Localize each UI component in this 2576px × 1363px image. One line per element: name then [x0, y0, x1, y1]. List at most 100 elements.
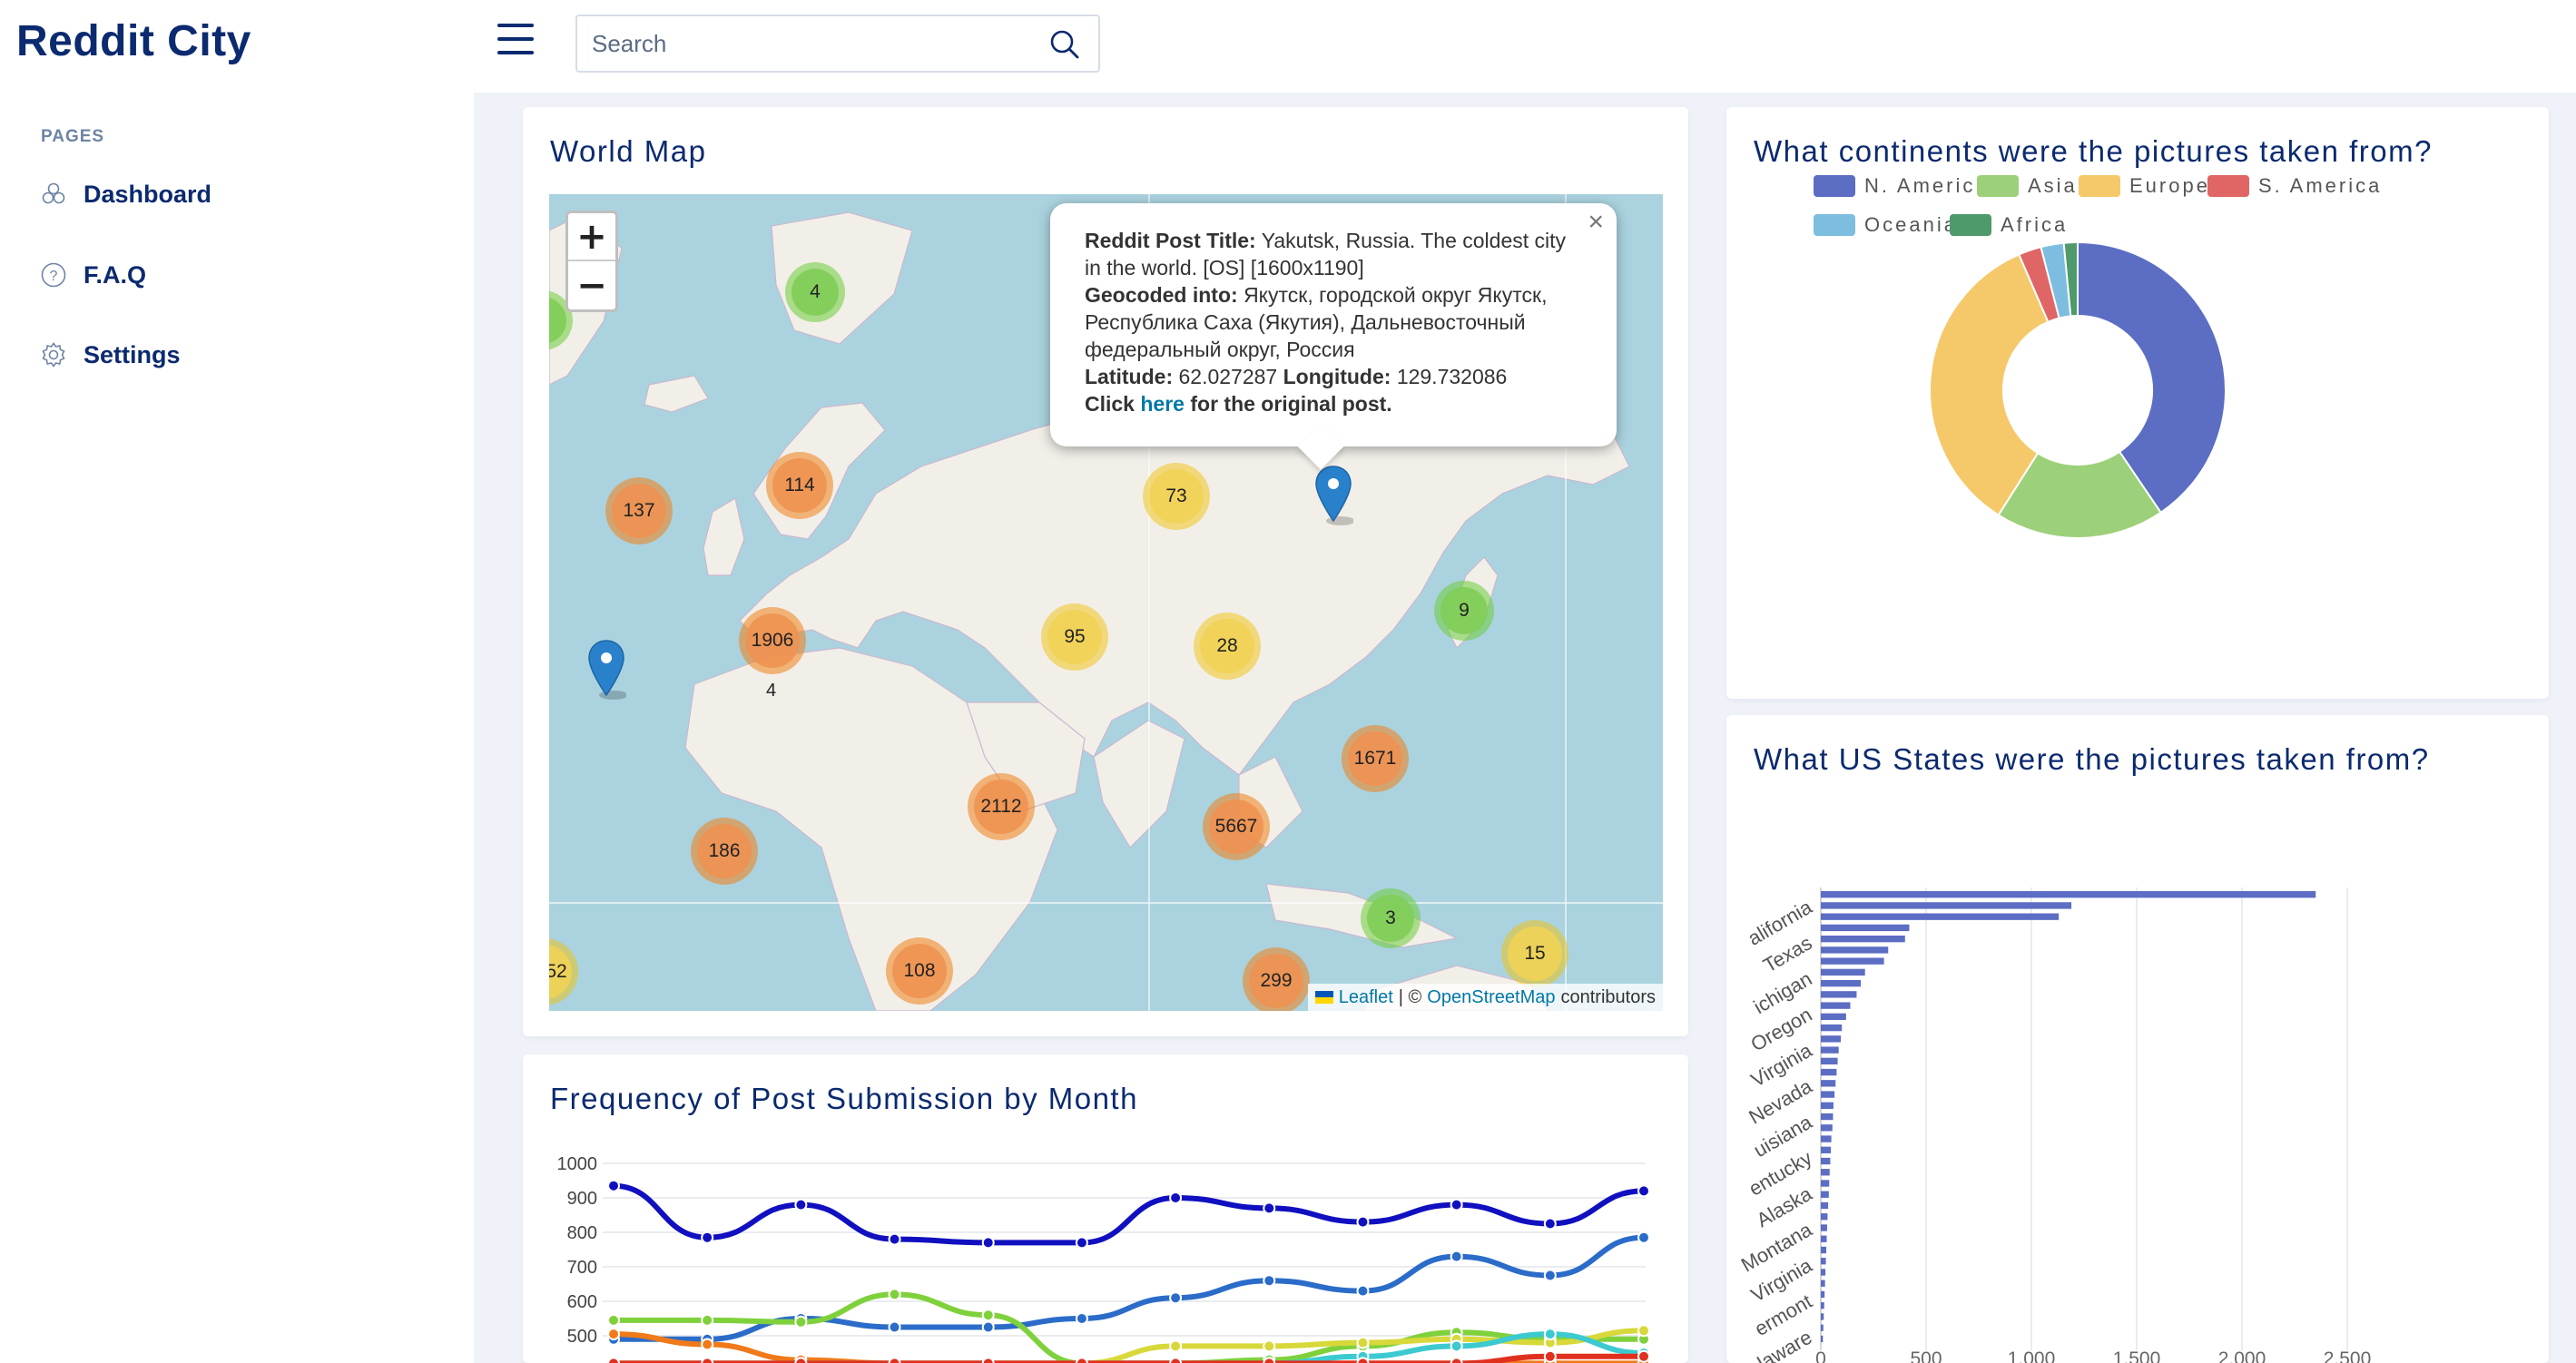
data-point — [1450, 1198, 1463, 1211]
popup-original-post-link[interactable]: here — [1140, 392, 1185, 416]
data-point — [1450, 1250, 1463, 1263]
map-marker-icon[interactable] — [586, 639, 626, 702]
popup-click-suffix: for the original post. — [1190, 392, 1392, 416]
map-cluster[interactable]: 5667 — [1203, 793, 1270, 860]
sidebar-item-dashboard[interactable]: Dashboard — [40, 176, 211, 212]
map-cluster[interactable]: 95 — [1041, 603, 1108, 671]
map-cluster[interactable]: 299 — [1243, 947, 1310, 1011]
data-point — [1637, 1184, 1650, 1198]
data-point — [1263, 1357, 1276, 1363]
map-marker-icon[interactable] — [1313, 465, 1353, 528]
leaflet-link[interactable]: Leaflet — [1339, 987, 1393, 1008]
y-tick-label: 600 — [567, 1292, 597, 1312]
sidebar-item-settings[interactable]: Settings — [40, 337, 181, 373]
continents-chart-card: What continents were the pictures taken … — [1726, 107, 2549, 699]
map-cluster[interactable]: 2112 — [968, 773, 1035, 840]
data-point — [981, 1236, 995, 1250]
sidebar: Reddit City PAGES Dashboard ? F.A.Q Sett… — [0, 0, 474, 1363]
world-map-card: World Map 4 114 137 73 1906 95 28 9 1671… — [523, 107, 1688, 1036]
bar — [1821, 946, 1889, 954]
map-attribution: Leaflet | © OpenStreetMap contributors — [1307, 984, 1663, 1011]
zoom-out-button[interactable]: − — [568, 261, 615, 309]
data-point — [607, 1179, 620, 1192]
map-cluster[interactable]: 114 — [766, 452, 833, 519]
data-point — [1637, 1231, 1650, 1244]
bar — [1821, 957, 1884, 965]
us-states-bar-chart: 0 500 1,000 1,500 2,000 2,500aliforniaTexasic… — [1737, 887, 2371, 1363]
data-point — [1356, 1284, 1370, 1298]
bar — [1821, 1224, 1827, 1231]
popup-geocoded-label: Geocoded into: — [1085, 283, 1238, 307]
top-bar — [474, 0, 2576, 93]
bar — [1821, 935, 1905, 943]
world-map[interactable]: 4 114 137 73 1906 95 28 9 1671 2112 5667… — [549, 194, 1663, 1011]
bar — [1821, 1191, 1829, 1198]
data-point — [1169, 1191, 1183, 1204]
data-point — [701, 1313, 714, 1327]
map-cluster[interactable]: 9 — [1434, 581, 1494, 641]
map-cluster[interactable]: 4 — [785, 262, 845, 322]
y-tick-label: 800 — [567, 1223, 597, 1243]
map-cluster[interactable]: 28 — [1194, 613, 1261, 680]
bar — [1821, 968, 1865, 976]
map-cluster[interactable]: 1671 — [1342, 725, 1409, 792]
search-icon[interactable] — [1047, 27, 1082, 62]
map-cluster[interactable]: 3 — [1361, 888, 1421, 948]
search-box — [575, 15, 1100, 73]
layers-icon — [42, 182, 65, 204]
map-cluster[interactable]: 108 — [886, 937, 953, 1005]
data-point — [1543, 1269, 1557, 1282]
data-point — [981, 1320, 995, 1334]
popup-click-prefix: Click — [1085, 392, 1135, 416]
data-point — [1637, 1324, 1650, 1338]
x-tick-label: 1,500 — [2113, 1348, 2161, 1363]
popup-content: Reddit Post Title: Yakutsk, Russia. The … — [1085, 227, 1584, 417]
x-tick-label: 1,000 — [2008, 1348, 2056, 1363]
card-title: World Map — [550, 134, 707, 168]
bar — [1821, 1057, 1838, 1065]
data-point — [1543, 1217, 1557, 1231]
map-cluster[interactable]: 186 — [691, 818, 758, 885]
map-cluster[interactable]: 15 — [1501, 920, 1568, 987]
data-point — [1637, 1349, 1650, 1363]
data-point — [888, 1288, 901, 1301]
map-cluster[interactable]: 137 — [605, 477, 673, 544]
data-point — [1169, 1357, 1183, 1363]
marker-count-label: 4 — [766, 681, 777, 701]
post-frequency-line-chart: 500 600 700 800 900 1000 — [557, 1154, 1650, 1363]
bar — [1821, 924, 1910, 932]
attribution-separator: | © — [1398, 986, 1422, 1007]
close-icon[interactable]: × — [1588, 209, 1604, 236]
map-cluster[interactable]: 1906 — [739, 607, 806, 674]
bar — [1821, 1124, 1833, 1132]
gear-icon — [42, 342, 65, 368]
series-line — [611, 1182, 1647, 1246]
data-point — [607, 1328, 620, 1341]
bar — [1821, 1102, 1834, 1109]
data-point — [1263, 1274, 1276, 1288]
zoom-in-button[interactable]: + — [568, 213, 615, 261]
bar — [1821, 1013, 1846, 1021]
popup-longitude: 129.732086 — [1396, 365, 1508, 388]
bar — [1821, 1269, 1826, 1276]
brand-logo[interactable]: Reddit City — [16, 16, 251, 66]
hamburger-menu-icon[interactable] — [497, 24, 536, 60]
map-cluster[interactable]: 73 — [1143, 463, 1210, 530]
x-tick-label: 0 — [1815, 1348, 1826, 1363]
data-point — [888, 1357, 901, 1363]
search-input[interactable] — [592, 25, 1027, 62]
data-point — [794, 1315, 808, 1329]
bar — [1821, 1180, 1830, 1187]
bar — [1821, 979, 1862, 987]
data-point — [701, 1357, 714, 1363]
bar — [1821, 1246, 1827, 1254]
bar — [1821, 1046, 1839, 1054]
bar — [1821, 1258, 1826, 1265]
data-point — [1075, 1357, 1088, 1363]
sidebar-item-faq[interactable]: ? F.A.Q — [40, 257, 146, 293]
osm-link[interactable]: OpenStreetMap — [1427, 987, 1555, 1008]
attribution-suffix: contributors — [1560, 986, 1657, 1007]
data-point — [701, 1231, 714, 1244]
data-point — [1356, 1357, 1370, 1363]
data-point — [607, 1313, 620, 1327]
